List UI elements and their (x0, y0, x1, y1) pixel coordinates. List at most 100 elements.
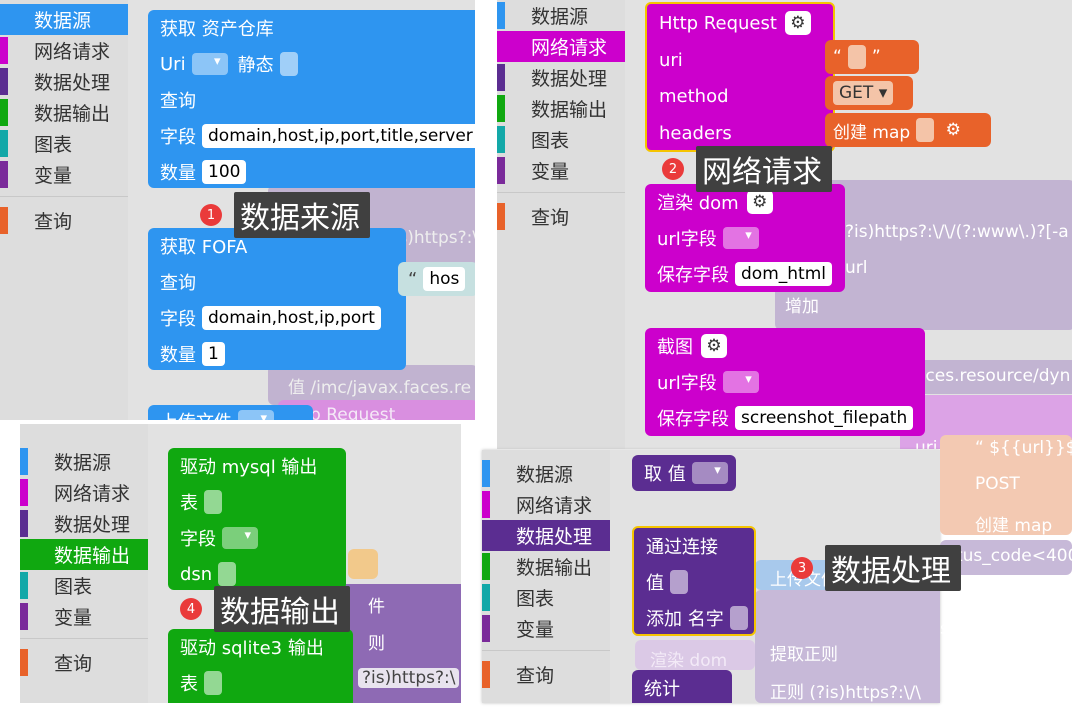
block-get-fofa[interactable]: 获取 FOFA 查询 字段 domain,host,ip,port 数量 1 (148, 228, 406, 370)
category-datasource[interactable]: 数据源 (0, 4, 128, 35)
value-slot[interactable] (670, 570, 688, 594)
headers-label: headers (659, 122, 732, 144)
callout-output: 4 数据输出 (180, 586, 350, 632)
block-via-connection[interactable]: 通过连接 值 添加 名字 (632, 526, 756, 636)
uri-dropdown[interactable] (191, 53, 228, 75)
background-extract-text: 则 (368, 634, 385, 654)
block-get-asset-repo[interactable]: 获取 资产仓库 Uri 静态 查询 字段 domain,host,ip,port,t… (148, 10, 475, 188)
fields-input[interactable]: domain,host,ip,port (202, 306, 381, 330)
gear-icon[interactable]: ⚙ (940, 118, 966, 142)
workspace: 文件 则 ?is)https?:\/\/(?:www\.)?[-a url 增加… (625, 0, 1072, 449)
block-render-dom[interactable]: 渲染 dom⚙ url字段 保存字段dom_html (645, 184, 845, 292)
name-slot[interactable] (729, 606, 748, 630)
block-uri-string[interactable]: “” (825, 40, 919, 74)
category-query[interactable]: 查询 (497, 201, 625, 232)
panel-output: 数据源 网络请求 数据处理 数据输出 图表 变量 查询 件 则 ?is)http… (20, 424, 461, 703)
background-post-text: POST (975, 474, 1020, 494)
category-output[interactable]: 数据输出 (497, 93, 625, 124)
table-slot[interactable] (204, 490, 222, 514)
static-slot[interactable] (279, 52, 298, 76)
background-url-template: “ ${{url}}$ (975, 438, 1072, 458)
category-chart[interactable]: 图表 (0, 128, 128, 159)
callout-datasource: 1 数据来源 (200, 192, 370, 238)
count-input[interactable]: 1 (202, 342, 225, 366)
category-query[interactable]: 查询 (0, 205, 128, 236)
category-output[interactable]: 数据输出 (0, 97, 128, 128)
background-http-text: p Request (310, 405, 396, 420)
background-url-text: url (845, 258, 868, 278)
category-variable[interactable]: 变量 (0, 159, 128, 190)
category-network[interactable]: 网络请求 (497, 31, 625, 62)
category-variable[interactable]: 变量 (20, 601, 148, 632)
category-datasource[interactable]: 数据源 (497, 0, 625, 31)
category-sidebar: 数据源 网络请求 数据处理 数据输出 图表 变量 查询 (497, 0, 625, 449)
category-variable[interactable]: 变量 (482, 613, 610, 644)
category-network[interactable]: 网络请求 (20, 477, 148, 508)
block-screenshot[interactable]: 截图⚙ url字段 保存字段screenshot_filepath (645, 328, 925, 436)
category-chart[interactable]: 图表 (497, 124, 625, 155)
background-value-text: 值 /imc/javax.faces.re (288, 378, 472, 398)
count-label: 数量 (160, 345, 196, 366)
block-method-select[interactable]: GET ▾ (825, 76, 913, 110)
category-datasource[interactable]: 数据源 (482, 458, 610, 489)
background-regex-text: 正则 (?is)https?:\/\ (770, 683, 921, 703)
background-extract-text: 提取正则 (770, 645, 838, 665)
category-query[interactable]: 查询 (482, 659, 610, 690)
value-dropdown[interactable] (691, 462, 728, 484)
panel-network: 数据源 网络请求 数据处理 数据输出 图表 变量 查询 文件 则 ?is)htt… (497, 0, 1072, 449)
url-field-dropdown[interactable] (722, 227, 759, 249)
save-field-input[interactable]: dom_html (735, 262, 832, 286)
category-network[interactable]: 网络请求 (482, 489, 610, 520)
dsn-slot[interactable] (218, 562, 237, 586)
category-output[interactable]: 数据输出 (482, 551, 610, 582)
category-sidebar: 数据源 网络请求 数据处理 数据输出 图表 变量 查询 (482, 450, 610, 703)
callout-network: 2 网络请求 (662, 146, 832, 192)
query-label: 查询 (160, 91, 196, 112)
block-http-request[interactable]: Http Request ⚙ uri method headers (645, 2, 835, 152)
block-upload-file[interactable]: 上传文件 (148, 405, 313, 420)
callout-processing: 3 数据处理 (791, 545, 961, 591)
background-render-text: 渲染 dom (650, 651, 728, 671)
gear-icon[interactable]: ⚙ (746, 190, 773, 214)
block-mysql-output[interactable]: 驱动 mysql 输出 表 字段 dsn (168, 448, 346, 590)
method-label: method (659, 85, 729, 107)
category-processing[interactable]: 数据处理 (0, 66, 128, 97)
category-query[interactable]: 查询 (20, 647, 148, 678)
category-processing[interactable]: 数据处理 (482, 520, 610, 551)
category-chart[interactable]: 图表 (482, 582, 610, 613)
upload-dropdown[interactable] (238, 410, 274, 420)
block-create-map[interactable]: 创建 map ⚙ (825, 113, 991, 147)
block-query-string[interactable]: “hos (398, 262, 475, 296)
category-variable[interactable]: 变量 (497, 155, 625, 186)
url-field-dropdown[interactable] (722, 371, 759, 393)
query-text[interactable]: hos (423, 267, 466, 291)
fields-dropdown[interactable] (222, 527, 258, 549)
category-processing[interactable]: 数据处理 (20, 508, 148, 539)
workspace: 件 则 ?is)https?:\ 驱动 mysql 输出 表 字段 dsn 驱动… (148, 424, 461, 703)
category-datasource[interactable]: 数据源 (20, 446, 148, 477)
category-processing[interactable]: 数据处理 (497, 62, 625, 93)
count-input[interactable]: 100 (202, 160, 247, 184)
gear-icon[interactable]: ⚙ (701, 334, 727, 358)
block-title: 驱动 mysql 输出 (180, 457, 318, 478)
background-uri-text: uri (915, 438, 938, 449)
uri-label: uri (659, 49, 683, 71)
gear-icon[interactable]: ⚙ (784, 11, 811, 35)
block-take-value[interactable]: 取 值 (632, 455, 736, 491)
method-dropdown[interactable]: GET ▾ (833, 81, 894, 105)
block-sqlite-output[interactable]: 驱动 sqlite3 输出 表 (168, 629, 353, 703)
fields-label: 字段 (160, 127, 196, 148)
block-statistics[interactable]: 统计 (632, 670, 732, 703)
block-title: 通过连接 (646, 537, 718, 558)
background-value-text: aces.resource/dyn (915, 366, 1071, 386)
background-block (348, 549, 378, 579)
uri-label: Uri (160, 53, 186, 75)
category-network[interactable]: 网络请求 (0, 35, 128, 66)
count-label: 数量 (160, 163, 196, 184)
category-chart[interactable]: 图表 (20, 570, 148, 601)
category-output[interactable]: 数据输出 (20, 539, 148, 570)
fields-input[interactable]: domain,host,ip,port,title,server (202, 124, 475, 148)
background-add-text: 增加 (785, 297, 819, 317)
save-field-input[interactable]: screenshot_filepath (735, 406, 914, 430)
table-slot[interactable] (204, 671, 222, 695)
